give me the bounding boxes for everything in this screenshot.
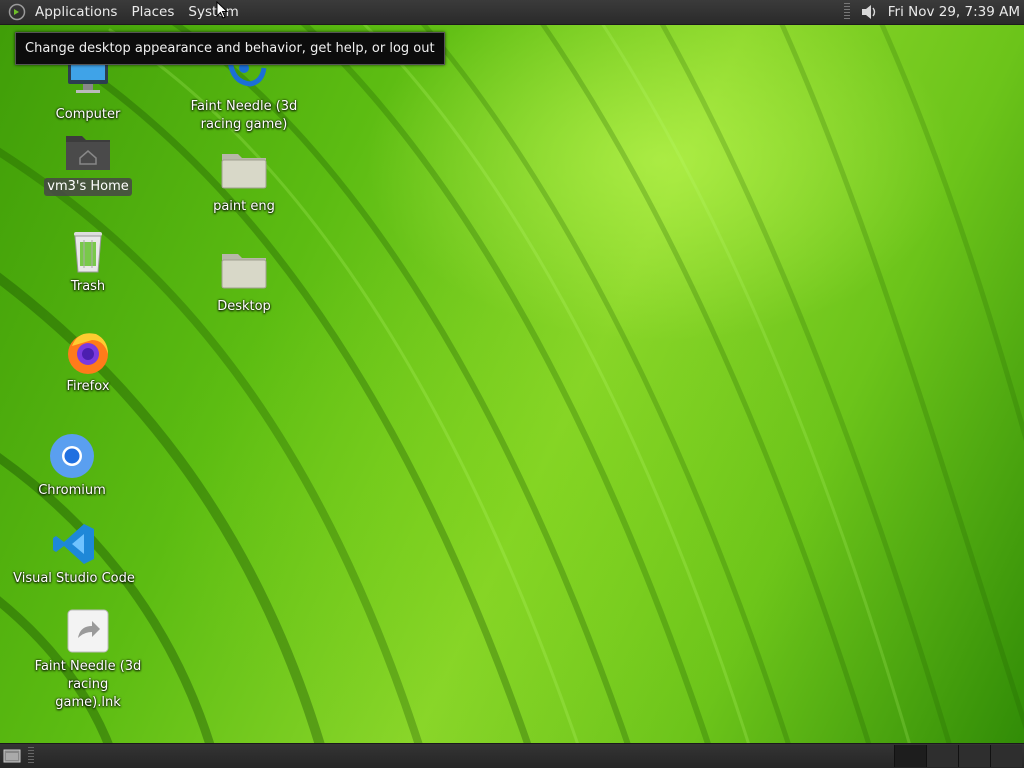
workspace-2[interactable] — [926, 745, 958, 767]
places-menu[interactable]: Places — [124, 0, 181, 24]
desktop-icon-paint-eng[interactable]: paint eng — [178, 148, 310, 216]
menu-logo-icon[interactable] — [6, 1, 28, 23]
home-folder-icon — [64, 128, 112, 176]
desktop-icon-home[interactable]: vm3's Home — [22, 128, 154, 196]
volume-icon[interactable] — [858, 1, 880, 23]
show-desktop-icon[interactable] — [2, 747, 22, 765]
shortcut-file-icon — [64, 608, 112, 656]
workspace-4[interactable] — [990, 745, 1022, 767]
desktop-icon-label: Faint Needle (3d racing game).lnk — [34, 659, 142, 710]
workspace-1[interactable] — [894, 745, 926, 767]
folder-icon — [220, 148, 268, 196]
desktop-icon-vscode[interactable]: Visual Studio Code — [8, 520, 140, 588]
desktop-icon-label: Chromium — [38, 483, 106, 498]
desktop-icon-label: vm3's Home — [44, 178, 132, 196]
desktop-icon-firefox[interactable]: Firefox — [22, 328, 154, 396]
desktop-icon-label: Faint Needle (3d racing game) — [190, 99, 298, 132]
desktop-icon-label: Desktop — [217, 299, 271, 314]
workspace-switcher — [894, 745, 1022, 767]
trash-icon — [64, 228, 112, 276]
system-menu-tooltip: Change desktop appearance and behavior, … — [15, 32, 445, 65]
desktop-icon-label: Trash — [70, 279, 106, 294]
chromium-icon — [48, 432, 96, 480]
firefox-icon — [64, 328, 112, 376]
desktop-icon-trash[interactable]: Trash — [22, 228, 154, 296]
mouse-cursor-icon — [216, 0, 229, 23]
desktop-icon-label: Firefox — [66, 379, 110, 394]
system-menu[interactable]: System — [181, 0, 245, 24]
desktop-icon-label: Computer — [55, 107, 121, 122]
desktop-icon-label: paint eng — [213, 199, 275, 214]
desktop-icon-computer[interactable]: Computer — [22, 56, 154, 124]
panel-grip-handle[interactable] — [843, 3, 850, 21]
desktop-icon-desktop[interactable]: Desktop — [178, 248, 310, 316]
applications-menu[interactable]: Applications — [28, 0, 124, 24]
desktop-icon-chromium[interactable]: Chromium — [6, 432, 138, 500]
panel-grip-handle[interactable] — [28, 747, 34, 765]
bottom-panel — [0, 743, 1024, 768]
desktop-icon-faint-needle-lnk[interactable]: Faint Needle (3d racing game).lnk — [22, 608, 154, 712]
desktop-icon-label: Visual Studio Code — [13, 571, 135, 586]
vscode-icon — [50, 520, 98, 568]
folder-icon — [220, 248, 268, 296]
clock[interactable]: Fri Nov 29, 7:39 AM — [888, 4, 1024, 20]
workspace-3[interactable] — [958, 745, 990, 767]
top-panel: Applications Places System Fri Nov 29, 7… — [0, 0, 1024, 25]
